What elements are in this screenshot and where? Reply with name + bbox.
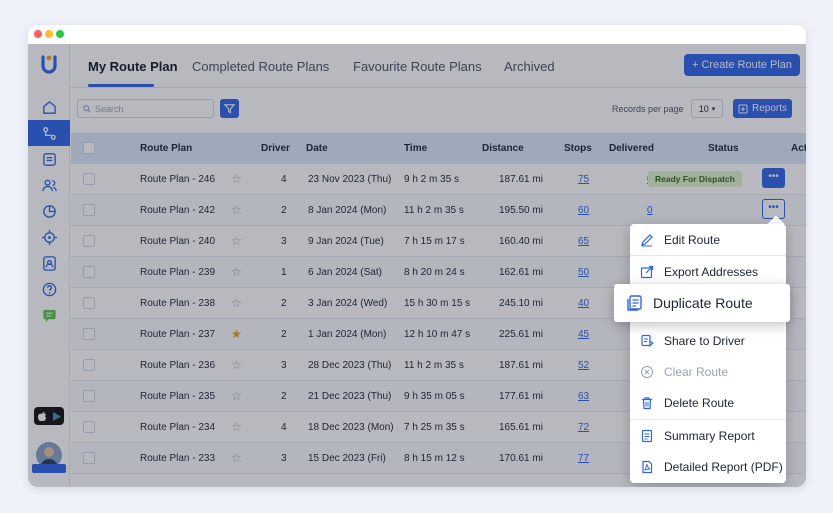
menu-item-label: Clear Route <box>664 364 729 379</box>
menu-item-label: Delete Route <box>664 395 735 410</box>
menu-item-duplicate-route[interactable]: Duplicate Route <box>614 284 790 322</box>
menu-item-edit-route[interactable]: Edit Route <box>630 224 786 255</box>
maximize-window-button[interactable] <box>56 30 64 38</box>
duplicate-icon <box>627 295 642 311</box>
app-content: My Route Plan Completed Route Plans Favo… <box>28 44 806 487</box>
menu-item-share-to-driver[interactable]: Share to Driver <box>630 325 786 356</box>
pdf-icon <box>642 460 653 473</box>
route-action-menu: Edit Route Export Addresses Share to Dri… <box>630 224 786 483</box>
menu-item-label: Edit Route <box>664 232 721 247</box>
app-window: My Route Plan Completed Route Plans Favo… <box>28 25 806 487</box>
menu-item-clear-route: Clear Route <box>630 356 786 387</box>
share-driver-icon <box>641 334 654 347</box>
menu-item-label: Export Addresses <box>664 264 759 279</box>
export-icon <box>640 265 654 278</box>
menu-item-delete-route[interactable]: Delete Route <box>630 387 786 418</box>
menu-item-label: Duplicate Route <box>653 295 753 311</box>
menu-item-label: Share to Driver <box>664 333 745 348</box>
close-window-button[interactable] <box>34 30 42 38</box>
report-icon <box>641 429 653 442</box>
menu-item-label: Summary Report <box>664 428 755 443</box>
menu-item-label: Detailed Report (PDF) <box>664 459 783 474</box>
menu-item-summary-report[interactable]: Summary Report <box>630 420 786 451</box>
trash-icon <box>642 396 652 409</box>
menu-item-detailed-report[interactable]: Detailed Report (PDF) <box>630 451 786 482</box>
minimize-window-button[interactable] <box>45 30 53 38</box>
menu-item-export-addresses[interactable]: Export Addresses <box>630 256 786 287</box>
clear-circle-icon <box>640 365 654 378</box>
title-bar <box>28 25 806 44</box>
pencil-icon <box>641 233 653 246</box>
